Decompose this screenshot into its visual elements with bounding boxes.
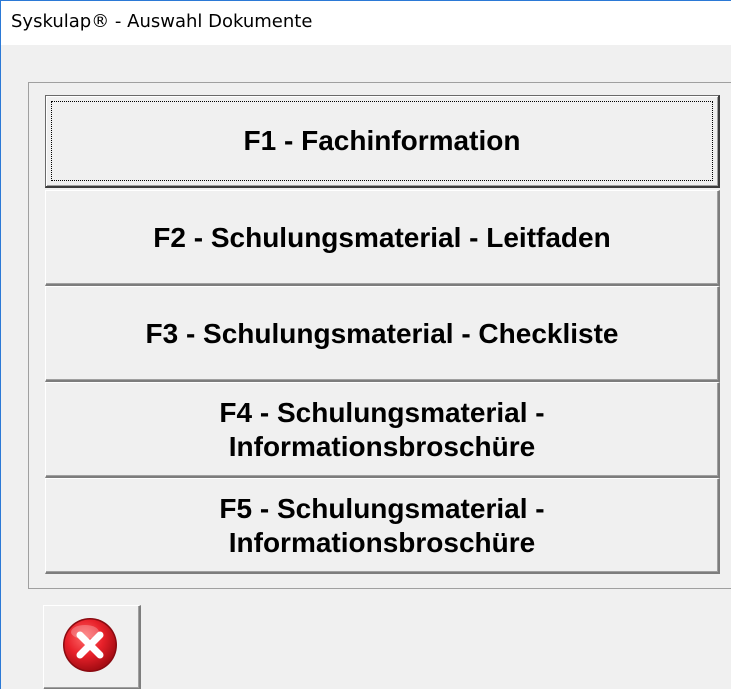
f3-checkliste-button[interactable]: F3 - Schulungsmaterial - Checkliste <box>45 286 720 382</box>
button-label: F2 - Schulungsmaterial - Leitfaden <box>153 221 611 253</box>
f4-informationsbroschuere-button[interactable]: F4 - Schulungsmaterial - Informationsbro… <box>45 382 720 478</box>
app-window: Syskulap® - Auswahl Dokumente F1 - Fachi… <box>0 0 731 689</box>
button-label: F4 - Schulungsmaterial - Informationsbro… <box>219 396 545 462</box>
close-icon <box>63 618 117 672</box>
f1-fachinformation-button[interactable]: F1 - Fachinformation <box>45 95 720 188</box>
window-title: Syskulap® - Auswahl Dokumente <box>11 11 313 32</box>
close-button[interactable] <box>43 605 141 689</box>
button-label: F5 - Schulungsmaterial - Informationsbro… <box>219 492 545 558</box>
f5-informationsbroschuere-button[interactable]: F5 - Schulungsmaterial - Informationsbro… <box>45 478 720 574</box>
button-label: F1 - Fachinformation <box>243 125 521 156</box>
button-label: F3 - Schulungsmaterial - Checkliste <box>145 317 619 349</box>
f2-leitfaden-button[interactable]: F2 - Schulungsmaterial - Leitfaden <box>45 190 720 286</box>
title-bar[interactable]: Syskulap® - Auswahl Dokumente <box>1 1 731 45</box>
